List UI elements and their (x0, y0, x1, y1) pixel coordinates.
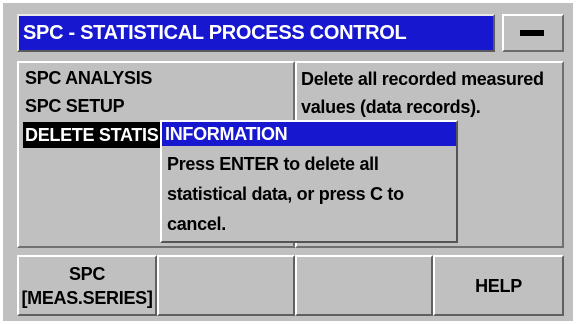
dialog-message-line: statistical data, or press C to (167, 184, 404, 204)
dialog-message: Press ENTER to delete all statistical da… (167, 149, 452, 239)
menu-item-label: DELETE STATIS (25, 125, 159, 145)
softkey-blank-2[interactable] (157, 255, 295, 316)
help-text: Delete all recorded measured values (dat… (301, 69, 544, 117)
window-title: SPC - STATISTICAL PROCESS CONTROL (23, 22, 407, 44)
dialog-message-line: Press ENTER to delete all (167, 154, 379, 174)
softkey-help[interactable]: HELP (433, 255, 564, 316)
softkey-blank-3[interactable] (295, 255, 433, 316)
spc-screen: SPC - STATISTICAL PROCESS CONTROL SPC AN… (3, 3, 573, 321)
softkey-spc-meas-series[interactable]: SPC [MEAS.SERIES] (17, 255, 157, 316)
menu-item-spc-analysis[interactable]: SPC ANALYSIS (23, 65, 156, 91)
softkey-label-line1: SPC (68, 263, 106, 284)
minus-icon (520, 30, 544, 36)
dialog-title: INFORMATION (162, 122, 456, 146)
menu-item-spc-setup[interactable]: SPC SETUP (23, 93, 128, 119)
menu-item-delete-statistics[interactable]: DELETE STATIS (23, 122, 163, 148)
softkey-label-line2: [MEAS.SERIES] (21, 287, 153, 308)
menu-item-label: SPC ANALYSIS (25, 68, 153, 88)
softkey-label: HELP (475, 275, 522, 296)
window-title-bar: SPC - STATISTICAL PROCESS CONTROL (17, 14, 495, 52)
status-indicator (502, 14, 564, 52)
menu-item-label: SPC SETUP (25, 96, 125, 116)
information-dialog: INFORMATION Press ENTER to delete all st… (160, 120, 458, 243)
dialog-message-line: cancel. (167, 214, 226, 234)
